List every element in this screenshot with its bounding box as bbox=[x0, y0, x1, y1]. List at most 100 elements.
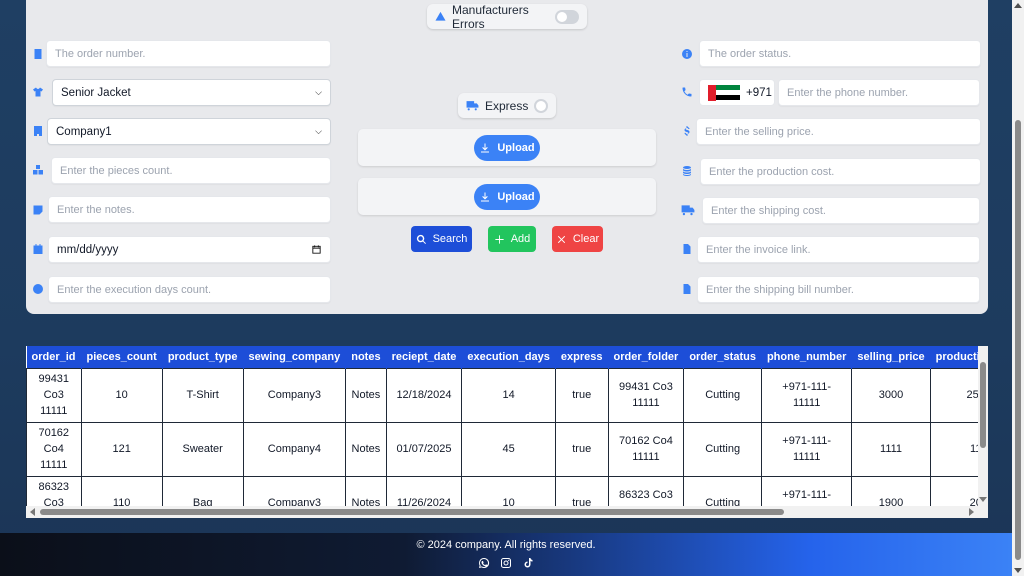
coins-icon bbox=[681, 165, 693, 177]
scroll-left-arrow-icon[interactable] bbox=[30, 508, 35, 516]
order-number-placeholder: The order number. bbox=[55, 47, 146, 60]
company-value: Company1 bbox=[56, 125, 112, 138]
calendar-picker-icon[interactable] bbox=[311, 244, 322, 255]
column-header[interactable]: order_id bbox=[26, 346, 82, 368]
table-cell: 45 bbox=[461, 421, 556, 477]
column-header[interactable]: express bbox=[555, 346, 609, 368]
table-row[interactable]: 99431 Co3 11111 10 T-Shirt Company3 Note… bbox=[26, 367, 988, 423]
orders-table-container[interactable]: order_id pieces_count product_type sewin… bbox=[26, 346, 988, 518]
upload-area-1: Upload bbox=[358, 129, 656, 166]
add-button[interactable]: Add bbox=[488, 226, 536, 252]
order-number-input[interactable]: The order number. bbox=[46, 40, 331, 67]
column-header[interactable]: reciept_date bbox=[386, 346, 463, 368]
scroll-down-arrow-icon[interactable] bbox=[1014, 568, 1022, 573]
table-cell: Sweater bbox=[161, 421, 244, 477]
production-cost-input[interactable]: Enter the production cost. bbox=[700, 158, 981, 185]
table-cell: 10 bbox=[80, 367, 163, 423]
manufacturers-errors-toggle[interactable]: Manufacturers Errors bbox=[427, 3, 587, 31]
notes-input[interactable]: Enter the notes. bbox=[48, 196, 331, 223]
dollar-icon bbox=[681, 125, 693, 137]
chevron-down-icon: ⌵ bbox=[315, 126, 322, 136]
uae-flag-icon bbox=[708, 84, 740, 101]
table-cell: Company3 bbox=[242, 367, 347, 423]
table-cell: Notes bbox=[345, 421, 387, 477]
info-icon bbox=[681, 48, 693, 60]
column-header[interactable]: notes bbox=[345, 346, 387, 368]
column-header[interactable]: product_type bbox=[162, 346, 244, 368]
express-toggle[interactable]: Express bbox=[458, 93, 556, 118]
table-cell: +971-111-11111 bbox=[760, 421, 853, 477]
table-cell: +971-111-11111 bbox=[760, 367, 853, 423]
table-cell: 121 bbox=[80, 421, 163, 477]
shirt-icon bbox=[32, 86, 44, 98]
column-header[interactable]: sewing_company bbox=[243, 346, 347, 368]
upload-button-1[interactable]: Upload bbox=[474, 134, 540, 161]
scroll-down-arrow-icon[interactable] bbox=[979, 497, 987, 502]
manufacturers-errors-switch[interactable] bbox=[554, 9, 579, 24]
invoice-icon bbox=[681, 243, 693, 255]
express-label: Express bbox=[485, 98, 529, 113]
shipping-bill-icon bbox=[681, 283, 693, 295]
whatsapp-icon[interactable] bbox=[478, 557, 490, 569]
shipping-bill-input[interactable]: Enter the shipping bill number. bbox=[697, 276, 980, 303]
table-cell: 12/18/2024 bbox=[385, 367, 463, 423]
production-cost-placeholder: Enter the production cost. bbox=[709, 165, 835, 178]
cubes-icon bbox=[32, 164, 44, 176]
invoice-link-placeholder: Enter the invoice link. bbox=[706, 243, 811, 256]
table-vertical-scrollbar[interactable] bbox=[978, 346, 988, 506]
shipping-cost-input[interactable]: Enter the shipping cost. bbox=[702, 197, 980, 224]
column-header[interactable]: order_folder bbox=[608, 346, 685, 368]
search-icon bbox=[416, 234, 427, 245]
table-cell: true bbox=[554, 367, 609, 423]
upload-area-2: Upload bbox=[358, 178, 656, 215]
express-switch[interactable] bbox=[534, 98, 548, 113]
column-header[interactable]: phone_number bbox=[761, 346, 853, 368]
tiktok-icon[interactable] bbox=[522, 557, 534, 569]
column-header[interactable]: pieces_count bbox=[81, 346, 163, 368]
upload-icon bbox=[479, 191, 491, 203]
instagram-icon[interactable] bbox=[500, 557, 512, 569]
chevron-down-icon: ⌵ bbox=[315, 87, 322, 97]
upload-button-2[interactable]: Upload bbox=[474, 183, 540, 210]
table-horizontal-scrollbar[interactable] bbox=[26, 506, 988, 518]
order-form-panel: Manufacturers Errors The order number. S… bbox=[26, 0, 988, 314]
clear-button[interactable]: Clear bbox=[552, 226, 603, 252]
scroll-up-arrow-icon[interactable] bbox=[1014, 3, 1022, 8]
column-header[interactable]: execution_days bbox=[461, 346, 556, 368]
social-links bbox=[0, 557, 1012, 569]
shipping-truck-icon bbox=[681, 204, 695, 216]
column-header[interactable]: selling_price bbox=[851, 346, 931, 368]
table-row[interactable]: 70162 Co4 11111 121 Sweater Company4 Not… bbox=[26, 421, 988, 477]
selling-price-input[interactable]: Enter the selling price. bbox=[696, 118, 981, 145]
copyright-text: © 2024 company. All rights reserved. bbox=[416, 539, 596, 551]
shipping-bill-placeholder: Enter the shipping bill number. bbox=[706, 283, 854, 296]
company-select[interactable]: Company1 ⌵ bbox=[47, 118, 331, 145]
page-scroll-thumb[interactable] bbox=[1015, 120, 1021, 560]
calendar-icon bbox=[32, 243, 44, 255]
table-cell: 70162 Co4 11111 bbox=[607, 421, 685, 477]
table-cell: 14 bbox=[461, 367, 556, 423]
search-button[interactable]: Search bbox=[411, 226, 472, 252]
page-vertical-scrollbar[interactable] bbox=[1012, 0, 1024, 576]
table-cell: 99431 Co3 11111 bbox=[26, 367, 82, 423]
pieces-count-input[interactable]: Enter the pieces count. bbox=[51, 157, 331, 184]
scroll-right-arrow-icon[interactable] bbox=[969, 508, 974, 516]
table-vertical-scroll-thumb[interactable] bbox=[980, 362, 986, 448]
order-status-input[interactable]: The order status. bbox=[699, 40, 981, 67]
date-value: mm/dd/yyyy bbox=[57, 243, 119, 256]
phone-code: +971 bbox=[746, 86, 772, 99]
order-status-placeholder: The order status. bbox=[708, 47, 792, 60]
invoice-link-input[interactable]: Enter the invoice link. bbox=[697, 236, 980, 263]
table-cell: 3000 bbox=[851, 367, 931, 423]
product-type-select[interactable]: Senior Jacket ⌵ bbox=[52, 79, 331, 106]
phone-number-input[interactable]: Enter the phone number. bbox=[778, 79, 980, 106]
document-icon bbox=[32, 48, 44, 60]
country-code-select[interactable]: +971 bbox=[699, 79, 775, 106]
table-horizontal-scroll-thumb[interactable] bbox=[40, 509, 784, 515]
execution-days-input[interactable]: Enter the execution days count. bbox=[48, 276, 331, 303]
search-label: Search bbox=[432, 233, 468, 245]
column-header[interactable]: order_status bbox=[683, 346, 762, 368]
upload-label: Upload bbox=[497, 190, 535, 203]
phone-placeholder: Enter the phone number. bbox=[787, 86, 909, 99]
receipt-date-input[interactable]: mm/dd/yyyy bbox=[48, 236, 331, 263]
